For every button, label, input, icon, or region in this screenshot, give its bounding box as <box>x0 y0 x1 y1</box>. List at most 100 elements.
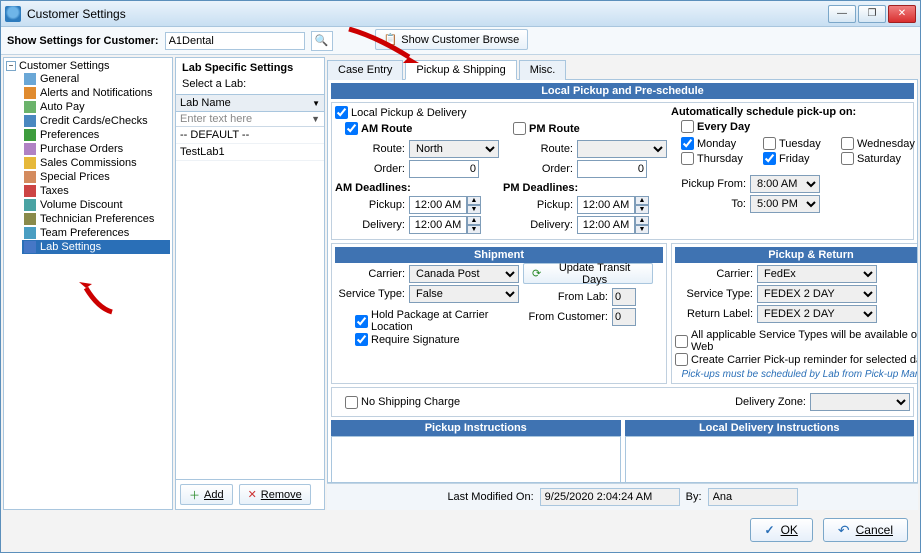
spin-up-icon[interactable]: ▲ <box>635 216 649 225</box>
from-customer-input[interactable] <box>612 308 636 326</box>
local-pickup-checkbox[interactable] <box>335 106 348 119</box>
remove-lab-button[interactable]: ✕ Remove <box>239 484 311 505</box>
ship-carrier-select[interactable]: Canada Post <box>409 265 519 283</box>
modified-by <box>708 488 798 506</box>
cancel-button[interactable]: ↶Cancel <box>823 518 908 542</box>
tree-item-icon <box>24 143 36 155</box>
spin-up-icon[interactable]: ▲ <box>635 196 649 205</box>
update-transit-button[interactable]: ⟳Update Transit Days <box>523 263 653 284</box>
pm-route-checkbox[interactable] <box>513 122 526 135</box>
spin-up-icon[interactable]: ▲ <box>467 216 481 225</box>
tree-collapse-icon[interactable]: − <box>6 61 16 71</box>
settings-tree[interactable]: − Customer Settings GeneralAlerts and No… <box>3 57 173 510</box>
maximize-button[interactable]: ❐ <box>858 5 886 23</box>
tree-item-taxes[interactable]: Taxes <box>22 184 170 198</box>
tree-item-icon <box>24 227 36 239</box>
tree-item-preferences[interactable]: Preferences <box>22 128 170 142</box>
pickup-from-select[interactable]: 8:00 AM <box>750 175 820 193</box>
customer-input[interactable] <box>165 32 305 50</box>
undo-icon: ↶ <box>838 522 850 539</box>
pm-order-input[interactable] <box>577 160 647 178</box>
am-delivery-time[interactable] <box>409 216 467 234</box>
spin-up-icon[interactable]: ▲ <box>467 196 481 205</box>
pr-carrier-select[interactable]: FedEx <box>757 265 877 283</box>
tab-case-entry[interactable]: Case Entry <box>327 60 403 80</box>
tree-item-icon <box>24 115 36 127</box>
tree-item-general[interactable]: General <box>22 72 170 86</box>
browse-icon: 📋 <box>384 33 398 46</box>
tree-item-lab-settings[interactable]: Lab Settings <box>22 240 170 254</box>
close-button[interactable]: ✕ <box>888 5 916 23</box>
no-shipping-charge-checkbox[interactable] <box>345 396 358 409</box>
tree-item-technician-preferences[interactable]: Technician Preferences <box>22 212 170 226</box>
web-services-checkbox[interactable] <box>675 335 688 348</box>
day-saturday[interactable]: Saturday <box>841 152 918 165</box>
require-sig-checkbox[interactable] <box>355 333 368 346</box>
tree-item-credit-cards-echecks[interactable]: Credit Cards/eChecks <box>22 114 170 128</box>
tree-item-purchase-orders[interactable]: Purchase Orders <box>22 142 170 156</box>
spin-down-icon[interactable]: ▼ <box>467 205 481 214</box>
am-route-checkbox[interactable] <box>345 122 358 135</box>
tab-misc[interactable]: Misc. <box>519 60 567 80</box>
tree-item-icon <box>24 185 36 197</box>
pickup-instructions-textarea[interactable] <box>331 436 621 483</box>
app-icon <box>5 6 21 22</box>
ok-button[interactable]: ✓OK <box>750 518 813 542</box>
check-icon: ✓ <box>765 523 775 537</box>
am-pickup-time[interactable] <box>409 196 467 214</box>
customer-toolbar: Show Settings for Customer: 🔍 📋 Show Cus… <box>1 27 920 55</box>
tree-item-icon <box>24 213 36 225</box>
day-monday[interactable]: Monday <box>681 137 749 150</box>
lab-grid[interactable]: Lab Name ▼ Enter text here ▼ -- DEFAULT … <box>176 94 324 479</box>
pm-route-select[interactable] <box>577 140 667 158</box>
tree-item-icon <box>24 129 36 141</box>
titlebar: Customer Settings — ❐ ✕ <box>1 1 920 27</box>
am-route-select[interactable]: North <box>409 140 499 158</box>
minimize-button[interactable]: — <box>828 5 856 23</box>
filter-icon[interactable]: ▼ <box>311 114 320 124</box>
tree-item-sales-commissions[interactable]: Sales Commissions <box>22 156 170 170</box>
tree-item-team-preferences[interactable]: Team Preferences <box>22 226 170 240</box>
day-wednesday[interactable]: Wednesday <box>841 137 918 150</box>
day-friday[interactable]: Friday <box>763 152 827 165</box>
tree-item-special-prices[interactable]: Special Prices <box>22 170 170 184</box>
ship-service-select[interactable]: False <box>409 285 519 303</box>
pr-return-select[interactable]: FEDEX 2 DAY <box>757 305 877 323</box>
tree-item-icon <box>24 157 36 169</box>
tree-item-icon <box>24 171 36 183</box>
delivery-zone-select[interactable] <box>810 393 910 411</box>
lab-row[interactable]: TestLab1 <box>176 144 324 161</box>
lab-row[interactable]: -- DEFAULT -- <box>176 127 324 144</box>
tree-item-auto-pay[interactable]: Auto Pay <box>22 100 170 114</box>
sort-icon[interactable]: ▼ <box>312 99 320 108</box>
day-tuesday[interactable]: Tuesday <box>763 137 827 150</box>
every-day-checkbox[interactable] <box>681 120 694 133</box>
local-pickup-header: Local Pickup and Pre-schedule <box>331 83 914 99</box>
window-title: Customer Settings <box>27 7 126 21</box>
customer-settings-window: Customer Settings — ❐ ✕ Show Settings fo… <box>0 0 921 553</box>
spin-down-icon[interactable]: ▼ <box>635 205 649 214</box>
modified-footer: Last Modified On: By: <box>327 483 918 510</box>
add-lab-button[interactable]: ＋ Add <box>180 484 233 505</box>
show-customer-browse-button[interactable]: 📋 Show Customer Browse <box>375 29 529 50</box>
spin-down-icon[interactable]: ▼ <box>467 225 481 234</box>
lab-filter-input[interactable]: Enter text here <box>180 113 252 125</box>
spin-down-icon[interactable]: ▼ <box>635 225 649 234</box>
from-lab-input[interactable] <box>612 288 636 306</box>
am-order-input[interactable] <box>409 160 479 178</box>
tab-pickup-shipping[interactable]: Pickup & Shipping <box>405 60 516 80</box>
pm-delivery-time[interactable] <box>577 216 635 234</box>
delivery-instructions-textarea[interactable] <box>625 436 915 483</box>
search-icon[interactable]: 🔍 <box>311 31 333 51</box>
pickup-to-select[interactable]: 5:00 PM <box>750 195 820 213</box>
day-thursday[interactable]: Thursday <box>681 152 749 165</box>
reminder-checkbox[interactable] <box>675 353 688 366</box>
pr-service-select[interactable]: FEDEX 2 DAY <box>757 285 877 303</box>
hold-package-checkbox[interactable] <box>355 315 368 328</box>
tree-item-alerts-and-notifications[interactable]: Alerts and Notifications <box>22 86 170 100</box>
pm-pickup-time[interactable] <box>577 196 635 214</box>
lab-list-panel: Lab Specific Settings Select a Lab: Lab … <box>175 57 325 510</box>
tree-item-volume-discount[interactable]: Volume Discount <box>22 198 170 212</box>
arrow-annotation-icon <box>74 280 114 316</box>
tree-item-icon <box>24 101 36 113</box>
